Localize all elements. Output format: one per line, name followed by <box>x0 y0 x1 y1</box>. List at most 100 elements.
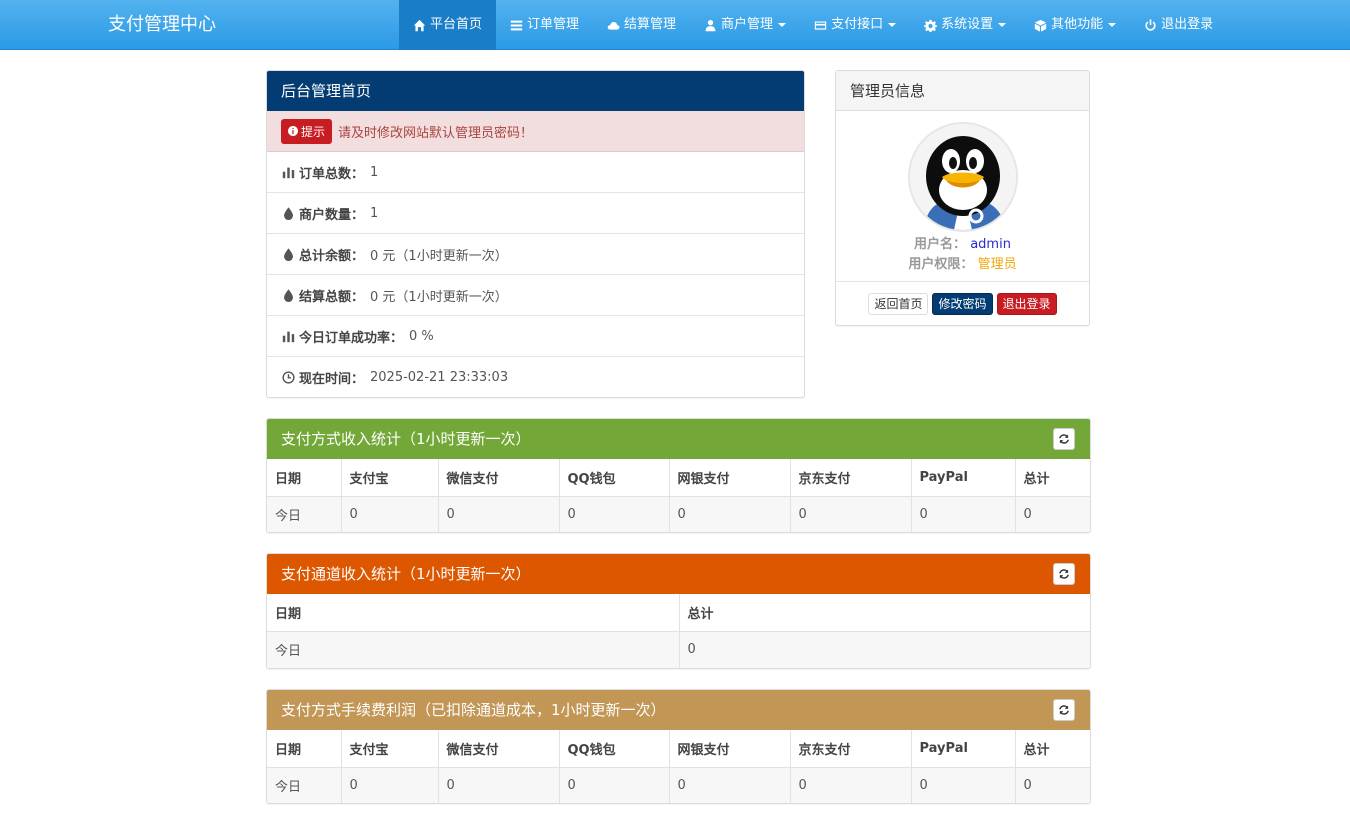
stat-settlement-total: 结算总额： 0 元（1小时更新一次） <box>267 275 804 316</box>
penguin-avatar-icon <box>910 124 1016 230</box>
table-cell: 0 <box>790 496 912 532</box>
clock-icon <box>282 371 295 384</box>
nav-other-functions-label: 其他功能 <box>1051 17 1104 32</box>
table-cell: 今日 <box>267 496 342 532</box>
stat-value: 2025-02-21 23:33:03 <box>370 370 509 385</box>
stat-success-rate: 今日订单成功率： 0 % <box>267 316 804 357</box>
alert-badge-label: 提示 <box>301 124 326 139</box>
nav-system-settings[interactable]: 系统设置 <box>910 0 1020 50</box>
nav-system-settings-label: 系统设置 <box>941 17 994 32</box>
cloud-icon <box>607 21 620 30</box>
drop-icon <box>284 247 293 261</box>
drop-icon <box>284 288 293 302</box>
refresh-icon <box>1059 705 1069 715</box>
table-cell: 今日 <box>267 767 342 803</box>
table-cell: 0 <box>438 496 560 532</box>
return-home-button[interactable]: 返回首页 <box>868 292 929 315</box>
table-cell: 0 <box>669 496 791 532</box>
stat-current-time: 现在时间： 2025-02-21 23:33:03 <box>267 357 804 397</box>
admin-info-panel: 管理员信息 用户名： admin 用户权限： 管理员 返回首页 修改密码 退出登… <box>835 70 1090 326</box>
table-cell: 0 <box>679 631 1090 668</box>
nav-merchants[interactable]: 商户管理 <box>690 0 800 50</box>
fee-profit-title: 支付方式手续费利润（已扣除通道成本，1小时更新一次） <box>267 690 1090 730</box>
stat-label: 订单总数： <box>299 166 365 182</box>
gear-icon <box>924 19 938 32</box>
refresh-icon <box>1059 434 1069 444</box>
stat-label: 商户数量： <box>299 207 365 223</box>
column-header: 日期 <box>267 730 342 768</box>
chevron-down-icon <box>888 23 897 27</box>
user-icon <box>705 19 716 31</box>
panel-title-text: 支付方式收入统计（1小时更新一次） <box>281 430 531 448</box>
nav-logout[interactable]: 退出登录 <box>1130 0 1227 50</box>
fee-profit-panel: 支付方式手续费利润（已扣除通道成本，1小时更新一次） 日期 支付宝 微信支付 Q… <box>266 689 1091 804</box>
nav-payment-interface[interactable]: 支付接口 <box>800 0 910 50</box>
panel-title-text: 支付方式手续费利润（已扣除通道成本，1小时更新一次） <box>281 701 666 719</box>
stat-label: 现在时间： <box>299 372 365 387</box>
role-value: 管理员 <box>977 257 1017 272</box>
brand-title[interactable]: 支付管理中心 <box>108 0 216 50</box>
column-header: 总计 <box>1015 730 1090 768</box>
nav-home-label: 平台首页 <box>430 17 483 32</box>
cube-icon <box>1034 19 1047 32</box>
home-icon <box>413 19 426 31</box>
username-value: admin <box>970 237 1011 252</box>
column-header: 网银支付 <box>669 459 791 497</box>
alert-badge: 提示 <box>281 118 333 144</box>
nav-orders-label: 订单管理 <box>527 17 580 32</box>
nav-settlement[interactable]: 结算管理 <box>593 0 690 50</box>
overview-panel-title: 后台管理首页 <box>267 71 804 111</box>
table-row: 今日 0 <box>267 631 1090 668</box>
change-password-button[interactable]: 修改密码 <box>932 292 993 315</box>
stat-total-balance: 总计余额： 0 元（1小时更新一次） <box>267 234 804 275</box>
table-cell: 0 <box>1015 767 1090 803</box>
column-header: 微信支付 <box>438 459 560 497</box>
channel-income-title: 支付通道收入统计（1小时更新一次） <box>267 554 1090 594</box>
channel-income-table: 日期 总计 今日 0 <box>267 594 1090 668</box>
nav-payment-interface-label: 支付接口 <box>831 17 884 32</box>
stat-order-total: 订单总数： 1 <box>267 152 804 193</box>
table-cell: 0 <box>341 767 439 803</box>
table-cell: 今日 <box>267 631 680 668</box>
column-header: 网银支付 <box>669 730 791 768</box>
column-header: QQ钱包 <box>559 730 670 768</box>
stat-label: 结算总额： <box>299 289 365 305</box>
overview-panel: 后台管理首页 提示 请及时修改网站默认管理员密码！ 订单总数： 1 商户数量： … <box>266 70 805 398</box>
table-header-row: 日期 总计 <box>267 594 1090 632</box>
role-label: 用户权限： <box>908 257 974 272</box>
column-header: 日期 <box>267 459 342 497</box>
list-icon <box>510 20 523 30</box>
table-cell: 0 <box>1015 496 1090 532</box>
refresh-button[interactable] <box>1053 563 1075 585</box>
column-header: 日期 <box>267 594 680 632</box>
column-header: 支付宝 <box>341 730 439 768</box>
table-cell: 0 <box>341 496 439 532</box>
table-cell: 0 <box>438 767 560 803</box>
admin-actions: 返回首页 修改密码 退出登录 <box>836 281 1089 325</box>
nav-merchants-label: 商户管理 <box>721 17 774 32</box>
nav-other-functions[interactable]: 其他功能 <box>1020 0 1130 50</box>
admin-role-line: 用户权限： 管理员 <box>836 253 1089 272</box>
nav-settlement-label: 结算管理 <box>624 17 677 32</box>
column-header: 京东支付 <box>790 730 912 768</box>
stat-value: 0 元（1小时更新一次） <box>370 289 508 305</box>
logout-button[interactable]: 退出登录 <box>996 292 1057 315</box>
column-header: PayPal <box>911 459 1016 497</box>
column-header: 总计 <box>1015 459 1090 497</box>
info-icon <box>288 126 298 136</box>
table-row: 今日 0 0 0 0 0 0 0 <box>267 496 1090 532</box>
stat-label: 总计余额： <box>299 248 365 264</box>
refresh-button[interactable] <box>1053 699 1075 721</box>
table-cell: 0 <box>790 767 912 803</box>
nav-orders[interactable]: 订单管理 <box>496 0 593 50</box>
column-header: 京东支付 <box>790 459 912 497</box>
table-cell: 0 <box>559 767 670 803</box>
column-header: PayPal <box>911 730 1016 768</box>
table-header-row: 日期 支付宝 微信支付 QQ钱包 网银支付 京东支付 PayPal 总计 <box>267 459 1090 497</box>
refresh-icon <box>1059 569 1069 579</box>
nav-home[interactable]: 平台首页 <box>399 0 497 50</box>
username-label: 用户名： <box>914 237 967 252</box>
refresh-button[interactable] <box>1053 428 1075 450</box>
nav-logout-label: 退出登录 <box>1161 17 1214 32</box>
admin-panel-title: 管理员信息 <box>836 71 1089 111</box>
